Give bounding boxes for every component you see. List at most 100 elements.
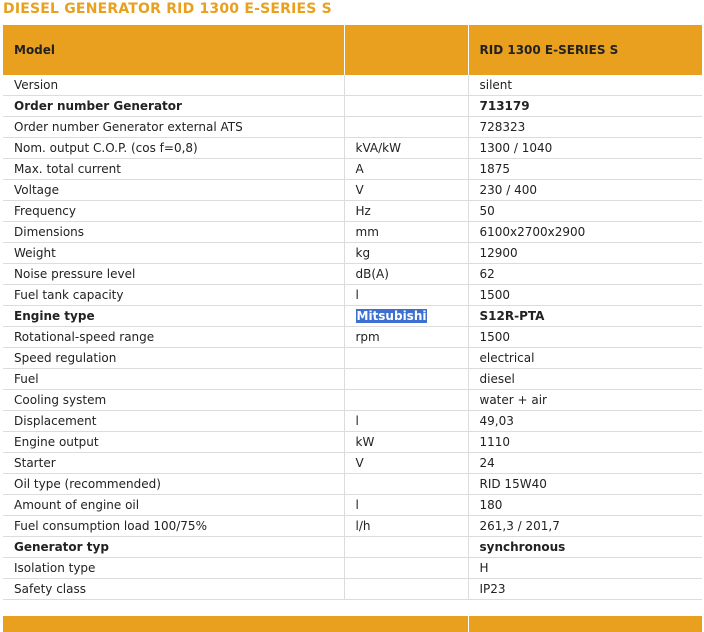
row-value: electrical <box>468 347 702 369</box>
row-label: Isolation type <box>3 557 345 579</box>
spec-table: Model RID 1300 E-SERIES S Version silent O… <box>3 25 702 600</box>
row-value: 1300 / 1040 <box>468 137 702 159</box>
row-label: Safety class <box>3 578 345 600</box>
row-unit: dB(A) <box>344 263 469 285</box>
row-label: Oil type (recommended) <box>3 473 345 495</box>
row-unit <box>344 473 469 495</box>
table-row: Generator typ synchronous <box>3 536 702 558</box>
row-label: Max. total current <box>3 158 345 180</box>
row-unit <box>344 368 469 390</box>
row-unit: A <box>344 158 469 180</box>
table-row: Amount of engine oil l 180 <box>3 494 702 516</box>
row-unit <box>344 536 469 558</box>
row-label: Displacement <box>3 410 345 432</box>
row-unit: rpm <box>344 326 469 348</box>
row-unit <box>344 75 469 96</box>
row-value: silent <box>468 75 702 96</box>
row-value: 62 <box>468 263 702 285</box>
row-label: Dimensions <box>3 221 345 243</box>
row-value: 230 / 400 <box>468 179 702 201</box>
row-value: diesel <box>468 368 702 390</box>
row-unit <box>344 578 469 600</box>
row-unit <box>344 116 469 138</box>
row-unit: l <box>344 284 469 306</box>
table-header-row: Model RID 1300 E-SERIES S <box>3 25 702 75</box>
row-label: Engine type <box>3 305 345 327</box>
row-value: 24 <box>468 452 702 474</box>
row-unit: l <box>344 410 469 432</box>
row-value: 50 <box>468 200 702 222</box>
row-unit: kVA/kW <box>344 137 469 159</box>
table-row: Rotational-speed range rpm 1500 <box>3 326 702 348</box>
table-row: Order number Generator 713179 <box>3 95 702 117</box>
row-unit <box>344 389 469 411</box>
header-model-label: Model <box>3 25 345 75</box>
table-footer-bar <box>3 616 702 632</box>
row-value: S12R-PTA <box>468 305 702 327</box>
table-row: Order number Generator external ATS 72832… <box>3 116 702 138</box>
row-unit: l <box>344 494 469 516</box>
row-value: RID 15W40 <box>468 473 702 495</box>
table-row: Weight kg 12900 <box>3 242 702 264</box>
row-label: Voltage <box>3 179 345 201</box>
row-unit: kg <box>344 242 469 264</box>
row-value: water + air <box>468 389 702 411</box>
row-value: synchronous <box>468 536 702 558</box>
row-unit <box>344 557 469 579</box>
table-row: Displacement l 49,03 <box>3 410 702 432</box>
row-value: 713179 <box>468 95 702 117</box>
table-row: Max. total current A 1875 <box>3 158 702 180</box>
row-label: Rotational-speed range <box>3 326 345 348</box>
header-unit-label <box>344 25 469 75</box>
row-label: Fuel consumption load 100/75% <box>3 515 345 537</box>
row-unit: kW <box>344 431 469 453</box>
row-value: 180 <box>468 494 702 516</box>
row-unit: Hz <box>344 200 469 222</box>
header-model-name: RID 1300 E-SERIES S <box>468 25 702 75</box>
row-label: Fuel tank capacity <box>3 284 345 306</box>
footer-bar-right <box>469 616 702 632</box>
row-label: Cooling system <box>3 389 345 411</box>
row-label: Weight <box>3 242 345 264</box>
table-row: Speed regulation electrical <box>3 347 702 369</box>
row-label: Noise pressure level <box>3 263 345 285</box>
footer-bar-left <box>3 616 469 632</box>
table-row: Version silent <box>3 75 702 96</box>
row-value: 1500 <box>468 284 702 306</box>
row-label: Generator typ <box>3 536 345 558</box>
row-label: Fuel <box>3 368 345 390</box>
row-label: Frequency <box>3 200 345 222</box>
row-value: 6100x2700x2900 <box>468 221 702 243</box>
table-row: Engine type Mitsubishi S12R-PTA <box>3 305 702 327</box>
row-value: 728323 <box>468 116 702 138</box>
row-value: 1110 <box>468 431 702 453</box>
table-row: Starter V 24 <box>3 452 702 474</box>
row-value: 1875 <box>468 158 702 180</box>
row-value: 12900 <box>468 242 702 264</box>
row-label: Starter <box>3 452 345 474</box>
table-row: Cooling system water + air <box>3 389 702 411</box>
row-unit: l/h <box>344 515 469 537</box>
table-row: Safety class IP23 <box>3 578 702 600</box>
table-row: Fuel tank capacity l 1500 <box>3 284 702 306</box>
table-row: Nom. output C.O.P. (cos f=0,8) kVA/kW 1300… <box>3 137 702 159</box>
table-row: Oil type (recommended) RID 15W40 <box>3 473 702 495</box>
table-row: Engine output kW 1110 <box>3 431 702 453</box>
row-value: 261,3 / 201,7 <box>468 515 702 537</box>
table-row: Voltage V 230 / 400 <box>3 179 702 201</box>
page-title: DIESEL GENERATOR RID 1300 E-SERIES S <box>3 1 332 17</box>
selected-text[interactable]: Mitsubishi <box>355 309 428 323</box>
table-row: Fuel diesel <box>3 368 702 390</box>
row-label: Engine output <box>3 431 345 453</box>
row-label: Version <box>3 75 345 96</box>
table-row: Fuel consumption load 100/75% l/h 261,3 / … <box>3 515 702 537</box>
row-unit: Mitsubishi <box>344 305 469 327</box>
table-row: Noise pressure level dB(A) 62 <box>3 263 702 285</box>
row-unit: mm <box>344 221 469 243</box>
row-unit <box>344 347 469 369</box>
row-label: Amount of engine oil <box>3 494 345 516</box>
row-label: Speed regulation <box>3 347 345 369</box>
row-label: Order number Generator <box>3 95 345 117</box>
table-row: Frequency Hz 50 <box>3 200 702 222</box>
row-unit: V <box>344 452 469 474</box>
